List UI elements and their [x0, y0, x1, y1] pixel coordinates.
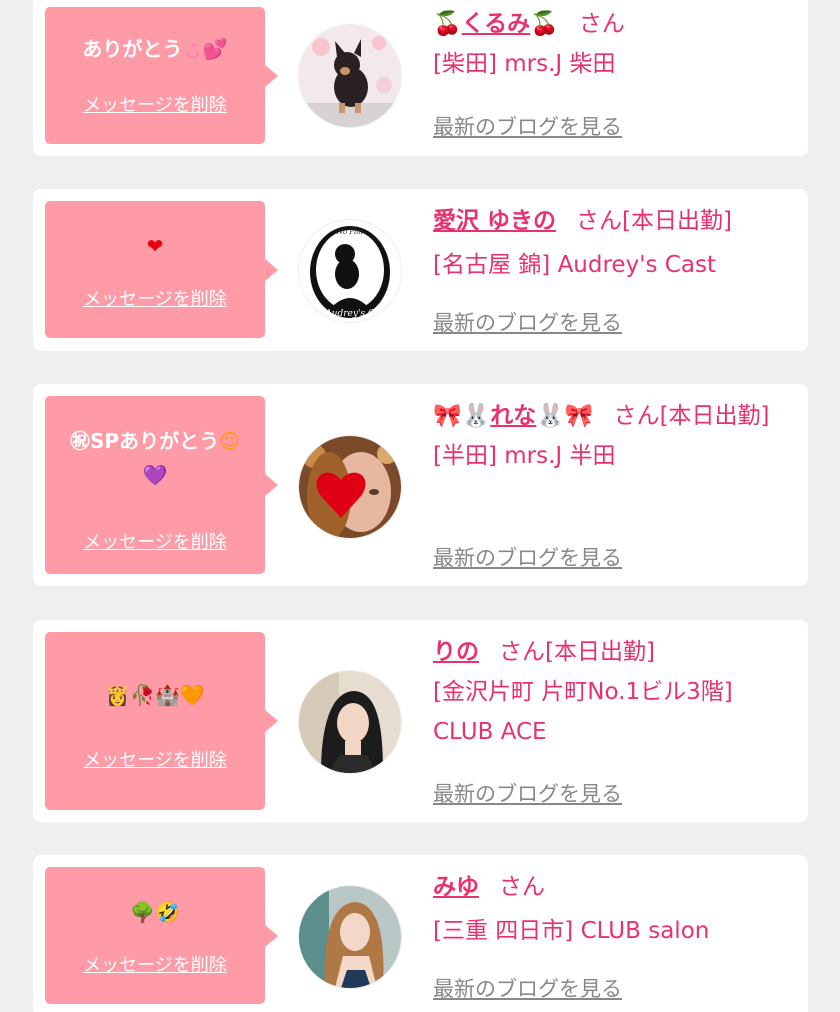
message-label: ㊗SPありがとう: [70, 429, 220, 453]
svg-text:Audrey's C: Audrey's C: [324, 309, 375, 319]
san-label: さん: [499, 639, 545, 665]
cast-name: くるみ: [461, 11, 531, 37]
heart-icon: 🧡: [179, 683, 205, 707]
ribbon-icon: 🎀: [433, 403, 462, 429]
san-label: さん: [613, 403, 660, 429]
name-line: 🍒くるみ🍒 さん: [433, 4, 793, 44]
list-item: ❤ メッセージを削除 No Plot Audrey's C 愛沢 ゆきの さん[本…: [33, 189, 808, 351]
cherry-icon: 🍒: [433, 11, 462, 37]
list-item: 🌳🤣 メッセージを削除 みゆ さん [三重 四日市] CLUB salon 最新の…: [33, 855, 808, 1012]
shop-name: [半田] mrs.J 半田: [433, 443, 616, 469]
cast-info: 🎀🐰れな🐰🎀 さん[本日出勤] [半田] mrs.J 半田: [433, 396, 793, 476]
smile-icon: ☺: [219, 429, 240, 453]
audrey-logo-icon: No Plot Audrey's C: [299, 220, 401, 322]
cast-name-link[interactable]: 🎀🐰れな🐰🎀: [433, 403, 594, 429]
name-line: 🎀🐰れな🐰🎀 さん[本日出勤]: [433, 396, 793, 436]
message-label: ありがとう: [82, 37, 183, 61]
shop-name: [名古屋 錦] Audrey's Cast: [433, 252, 716, 278]
latest-blog-link[interactable]: 最新のブログを見る: [433, 778, 622, 808]
san-label: さん: [578, 11, 625, 37]
dog-photo-icon: [299, 25, 401, 127]
message-bubble: 👸🥀🏰🧡 メッセージを削除: [45, 632, 278, 810]
cast-name: れな: [490, 403, 537, 429]
castle-icon: 🏰: [155, 683, 180, 707]
delete-message-link[interactable]: メッセージを削除: [45, 528, 265, 554]
delete-message-link[interactable]: メッセージを削除: [45, 285, 265, 311]
cast-info: 愛沢 ゆきの さん[本日出勤] [名古屋 錦] Audrey's Cast: [433, 201, 793, 285]
status-badge: [本日出勤]: [545, 639, 655, 665]
name-line: みゆ さん: [433, 867, 793, 907]
ribbon-icon: 🎀: [564, 403, 594, 429]
latest-blog-link[interactable]: 最新のブログを見る: [433, 307, 622, 337]
message-text: ありがとう ◡̈ 💕: [45, 32, 265, 68]
message-text: 🌳🤣: [45, 895, 265, 929]
shop-name: [柴田] mrs.J 柴田: [433, 51, 616, 77]
two-hearts-icon: 💕: [202, 37, 228, 61]
name-line: りの さん[本日出勤]: [433, 632, 793, 672]
message-text: ❤: [45, 229, 265, 263]
message-bubble: 🌳🤣 メッセージを削除: [45, 867, 278, 1004]
latest-blog-link[interactable]: 最新のブログを見る: [433, 542, 622, 572]
latest-blog-link[interactable]: 最新のブログを見る: [433, 111, 622, 141]
tree-icon: 🌳: [130, 900, 155, 924]
san-label: さん: [576, 208, 623, 234]
cast-info: みゆ さん [三重 四日市] CLUB salon: [433, 867, 793, 951]
list-item: 👸🥀🏰🧡 メッセージを削除 りの さん[本日出勤] [金沢片町 片町No.1ビル3…: [33, 620, 808, 822]
rose-icon: 🥀: [130, 683, 155, 707]
svg-text:No Plot: No Plot: [336, 228, 364, 236]
delete-message-link[interactable]: メッセージを削除: [45, 91, 265, 117]
list-item: ㊗SPありがとう☺ 💜 メッセージを削除 🎀🐰れな🐰🎀 さん[本日出勤] [半田] …: [33, 384, 808, 586]
cast-name[interactable]: 愛沢 ゆきの: [433, 208, 556, 234]
rabbit-icon: 🐰: [461, 403, 491, 429]
cast-info: りの さん[本日出勤] [金沢片町 片町No.1ビル3階] CLUB ACE: [433, 632, 793, 752]
delete-message-link[interactable]: メッセージを削除: [45, 951, 265, 977]
smile-icon: ◡̈: [186, 41, 199, 60]
girl-heart-photo-icon: [299, 436, 401, 538]
cast-name[interactable]: みゆ: [433, 874, 479, 900]
rabbit-icon: 🐰: [536, 403, 565, 429]
girl-photo-icon: [299, 886, 401, 988]
cherry-icon: 🍒: [530, 11, 559, 37]
heart-icon: ❤: [146, 234, 164, 258]
shop-name: [金沢片町 片町No.1ビル3階] CLUB ACE: [433, 679, 733, 745]
avatar[interactable]: [298, 435, 402, 539]
message-bubble: ㊗SPありがとう☺ 💜 メッセージを削除: [45, 396, 278, 574]
avatar[interactable]: [298, 885, 402, 989]
name-line: 愛沢 ゆきの さん[本日出勤]: [433, 201, 793, 241]
ok-face-icon: 🤣: [155, 900, 180, 924]
status-badge: [本日出勤]: [622, 208, 732, 234]
cast-info: 🍒くるみ🍒 さん [柴田] mrs.J 柴田: [433, 4, 793, 84]
avatar[interactable]: [298, 670, 402, 774]
delete-message-link[interactable]: メッセージを削除: [45, 746, 265, 772]
message-text: 👸🥀🏰🧡: [45, 678, 265, 712]
cast-name-link[interactable]: 🍒くるみ🍒: [433, 11, 559, 37]
message-text: ㊗SPありがとう☺ 💜: [45, 424, 265, 492]
heart-icon: 💜: [142, 463, 168, 487]
list-item: ありがとう ◡̈ 💕 メッセージを削除 🍒くるみ🍒 さん [柴田] mrs.J …: [33, 0, 808, 156]
cast-name[interactable]: りの: [433, 639, 479, 665]
princess-icon: 👸: [105, 683, 131, 707]
shop-name: [三重 四日市] CLUB salon: [433, 918, 710, 944]
message-bubble: ありがとう ◡̈ 💕 メッセージを削除: [45, 7, 278, 144]
avatar[interactable]: No Plot Audrey's C: [298, 219, 402, 323]
san-label: さん: [499, 874, 545, 900]
status-badge: [本日出勤]: [659, 403, 770, 429]
message-bubble: ❤ メッセージを削除: [45, 201, 278, 338]
latest-blog-link[interactable]: 最新のブログを見る: [433, 973, 622, 1003]
message-list: ありがとう ◡̈ 💕 メッセージを削除 🍒くるみ🍒 さん [柴田] mrs.J …: [0, 0, 840, 1012]
avatar[interactable]: [298, 24, 402, 128]
girl-photo-icon: [299, 671, 401, 773]
